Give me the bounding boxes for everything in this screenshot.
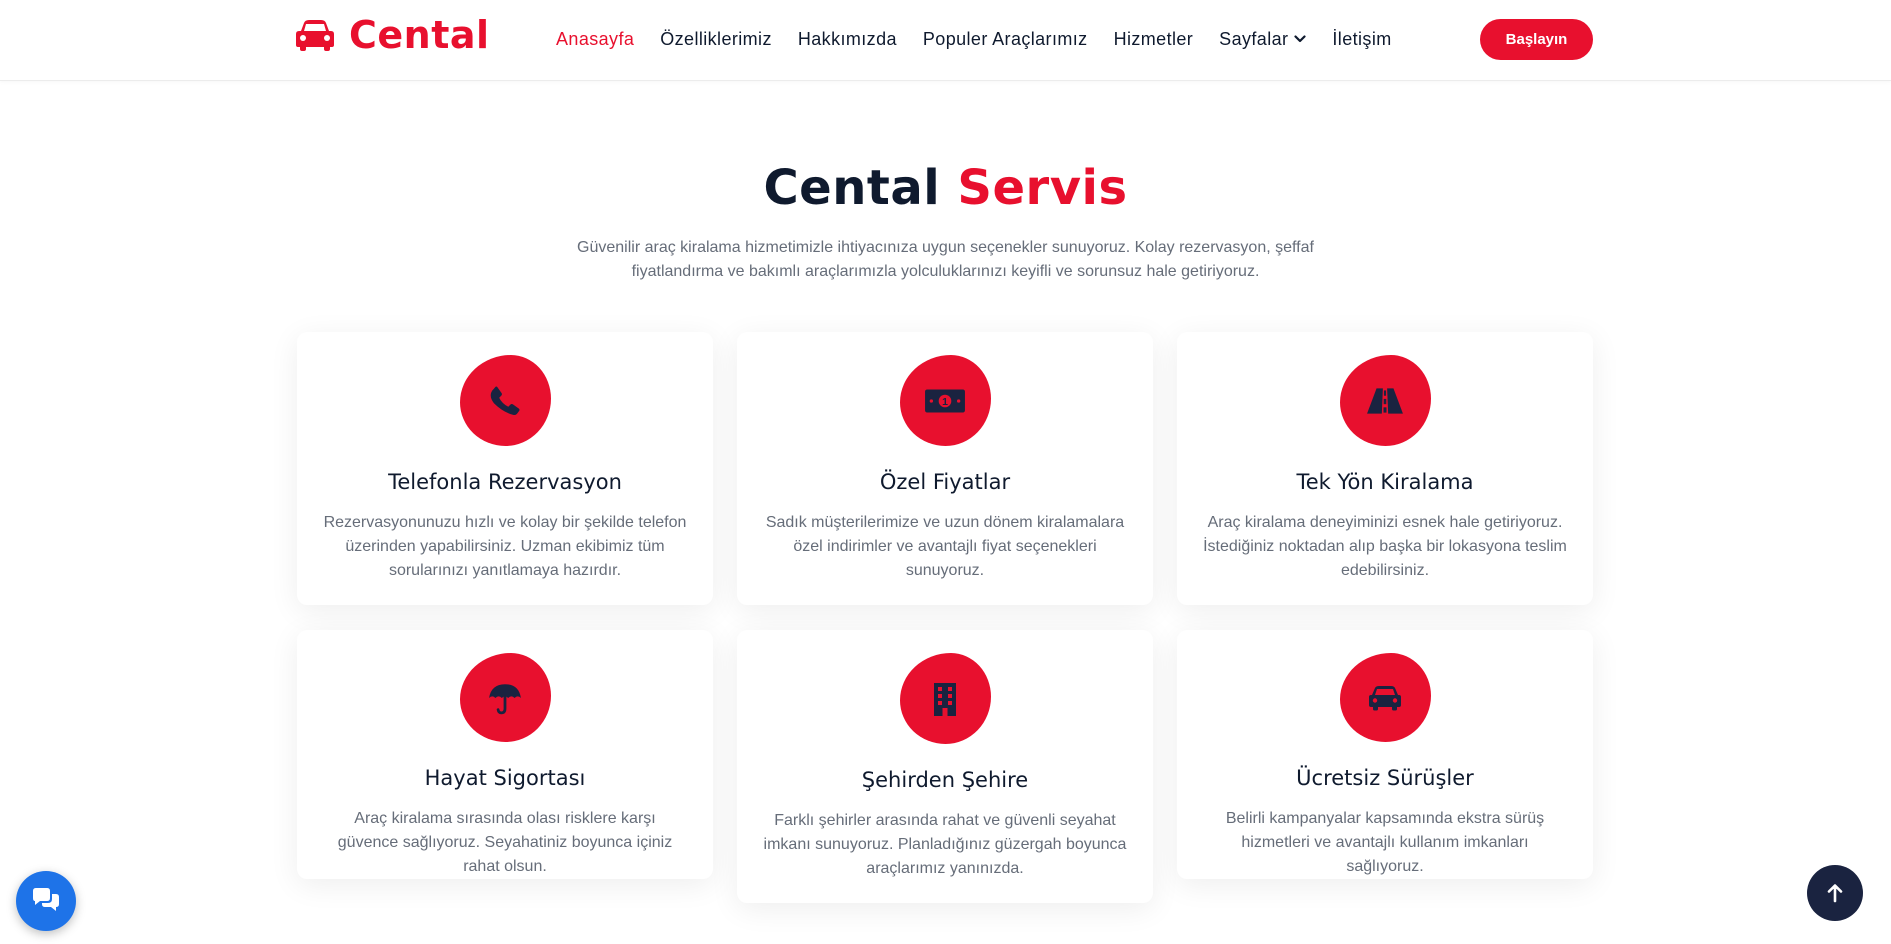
icon-badge [459,355,551,446]
service-title: Telefonla Rezervasyon [388,470,622,494]
icon-badge [899,653,991,744]
nav-item-hakkimizda[interactable]: Hakkımızda [798,29,897,50]
service-text: Belirli kampanyalar kapsamında ekstra sü… [1225,810,1545,875]
brand-name: Cental [349,13,490,57]
service-card-life-insurance[interactable]: Hayat Sigortası Araç kiralama sırasında … [297,630,713,879]
service-card-phone-reservation[interactable]: Telefonla Rezervasyon Rezervasyonunuzu h… [297,332,713,605]
nav-item-sayfalar[interactable]: Sayfalar [1219,28,1307,50]
navbar: Cental Anasayfa Özelliklerimiz Hakkımızd… [0,0,1891,81]
phone-icon [490,386,520,415]
icon-badge [459,653,551,742]
icon-badge [1339,653,1431,742]
service-title: Tek Yön Kiralama [1296,470,1474,494]
service-title: Hayat Sigortası [424,766,586,790]
service-text: Rezervasyonunuzu hızlı ve kolay bir şeki… [323,514,687,579]
section-title-main: Cental [763,160,941,216]
section-title-accent: Servis [957,160,1128,216]
service-title: Özel Fiyatlar [879,470,1011,494]
road-icon [1367,387,1403,414]
back-to-top-button[interactable] [1807,865,1863,921]
get-started-button[interactable]: Başlayın [1480,19,1593,60]
chat-bubbles-icon [33,888,59,911]
service-text: Farklı şehirler arasında rahat ve güvenl… [763,812,1127,877]
arrow-up-icon [1827,884,1843,903]
main-nav: Anasayfa Özelliklerimiz Hakkımızda Popul… [556,24,1392,54]
service-text: Sadık müşterilerimize ve uzun dönem kira… [765,514,1125,579]
service-card-one-way[interactable]: Tek Yön Kiralama Araç kiralama deneyimin… [1177,332,1593,605]
car-icon [296,20,334,51]
chat-button[interactable] [16,871,76,931]
chevron-down-icon [1294,33,1307,45]
section-description: Güvenilir araç kiralama hizmetimizle iht… [577,239,1314,280]
service-card-special-prices[interactable]: 1 Özel Fiyatlar Sadık müşterilerimize ve… [737,332,1153,605]
service-title: Şehirden Şehire [861,768,1029,792]
nav-item-ozelliklerimiz[interactable]: Özelliklerimiz [660,29,772,50]
nav-item-anasayfa[interactable]: Anasayfa [556,29,634,50]
service-text: Araç kiralama sırasında olası risklere k… [337,810,673,875]
money-bill-icon: 1 [925,388,965,413]
nav-item-populer-araclarimiz[interactable]: Populer Araçlarımız [923,29,1088,50]
service-title: Ücretsiz Sürüşler [1296,766,1474,790]
car-side-icon [1369,685,1401,710]
service-text: Araç kiralama deneyiminizi esnek hale ge… [1203,514,1567,579]
nav-item-hizmetler[interactable]: Hizmetler [1114,29,1194,50]
service-card-city-to-city[interactable]: Şehirden Şehire Farklı şehirler arasında… [737,630,1153,903]
nav-item-iletisim[interactable]: İletişim [1332,29,1391,50]
umbrella-icon [489,683,521,714]
section-title: Cental Servis [0,160,1891,216]
icon-badge: 1 [899,355,991,446]
service-card-free-rides[interactable]: Ücretsiz Sürüşler Belirli kampanyalar ka… [1177,630,1593,879]
svg-text:1: 1 [942,396,948,408]
icon-badge [1339,355,1431,446]
building-icon [934,682,956,716]
nav-item-sayfalar-label: Sayfalar [1219,28,1289,49]
brand-logo[interactable]: Cental [295,10,490,60]
